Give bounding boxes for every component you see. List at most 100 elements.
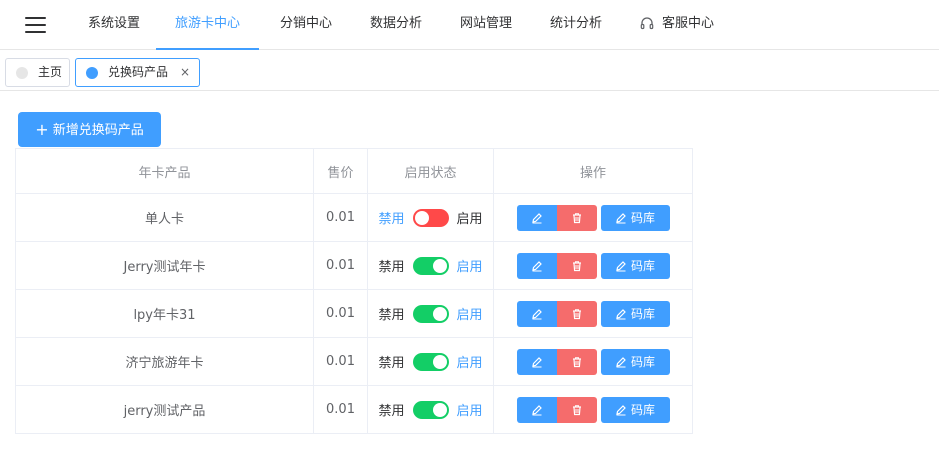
delete-icon — [572, 356, 581, 367]
product-name-cell: Jerry测试年卡 — [15, 241, 314, 290]
product-name-cell: 济宁旅游年卡 — [15, 337, 314, 386]
switch-label-disable: 禁用 — [378, 308, 405, 323]
code-library-button[interactable]: 码库 — [600, 300, 670, 327]
price-cell: 0.01 — [313, 337, 368, 386]
tab-redeem-code-products[interactable]: 兑换码产品 × — [75, 58, 200, 87]
pencil-icon — [616, 404, 626, 415]
product-name-cell: lpy年卡31 — [15, 289, 314, 338]
tab-home[interactable]: 主页 — [5, 58, 70, 87]
nav-item-system-settings[interactable]: 系统设置 — [88, 0, 140, 50]
code-library-button[interactable]: 码库 — [600, 396, 670, 423]
nav-item-website-management[interactable]: 网站管理 — [460, 0, 512, 50]
close-icon[interactable]: × — [180, 59, 190, 86]
code-library-label: 码库 — [630, 355, 655, 369]
code-library-button[interactable]: 码库 — [600, 204, 670, 231]
delete-button[interactable] — [556, 204, 597, 231]
table-row: jerry测试产品 0.01 禁用 启用 码库 — [15, 385, 693, 434]
delete-icon — [572, 404, 581, 415]
tags-view-bar: 主页 兑换码产品 × — [0, 54, 939, 91]
switch-label-enable: 启用 — [456, 260, 483, 275]
actions-cell: 码库 — [493, 337, 693, 386]
add-redeem-product-button[interactable]: + 新增兑换码产品 — [18, 112, 161, 147]
actions-cell: 码库 — [493, 385, 693, 434]
nav-item-travel-card-center[interactable]: 旅游卡中心 — [156, 0, 259, 50]
tab-label: 主页 — [38, 65, 63, 79]
edit-button[interactable] — [516, 348, 557, 375]
status-toggle[interactable] — [412, 256, 449, 275]
table-row: lpy年卡31 0.01 禁用 启用 码库 — [15, 289, 693, 338]
edit-icon — [531, 308, 542, 319]
delete-button[interactable] — [556, 396, 597, 423]
switch-label-disable: 禁用 — [378, 212, 405, 227]
edit-button[interactable] — [516, 300, 557, 327]
status-cell: 禁用 启用 — [367, 337, 494, 386]
edit-button[interactable] — [516, 252, 557, 279]
edit-button[interactable] — [516, 204, 557, 231]
actions-cell: 码库 — [493, 193, 693, 242]
actions-cell: 码库 — [493, 289, 693, 338]
status-cell: 禁用 启用 — [367, 289, 494, 338]
switch-label-enable: 启用 — [456, 212, 483, 227]
actions-cell: 码库 — [493, 241, 693, 290]
status-cell: 禁用 启用 — [367, 385, 494, 434]
pencil-icon — [616, 212, 626, 223]
table-row: 单人卡 0.01 禁用 启用 码库 — [15, 193, 693, 242]
code-library-label: 码库 — [630, 403, 655, 417]
switch-label-disable: 禁用 — [378, 356, 405, 371]
table-row: Jerry测试年卡 0.01 禁用 启用 码库 — [15, 241, 693, 290]
table-row: 济宁旅游年卡 0.01 禁用 启用 码库 — [15, 337, 693, 386]
tab-dot-icon — [86, 67, 98, 79]
status-toggle[interactable] — [412, 208, 449, 227]
pencil-icon — [616, 308, 626, 319]
switch-label-enable: 启用 — [456, 308, 483, 323]
menu-toggle-icon[interactable] — [25, 17, 46, 33]
switch-label-enable: 启用 — [456, 356, 483, 371]
code-library-button[interactable]: 码库 — [600, 348, 670, 375]
add-button-label: 新增兑换码产品 — [52, 123, 144, 138]
switch-label-disable: 禁用 — [378, 404, 405, 419]
edit-icon — [531, 404, 542, 415]
plus-icon: + — [35, 120, 49, 139]
price-cell: 0.01 — [313, 385, 368, 434]
switch-label-enable: 启用 — [456, 404, 483, 419]
price-cell: 0.01 — [313, 193, 368, 242]
column-header-status: 启用状态 — [367, 148, 494, 194]
switch-label-disable: 禁用 — [378, 260, 405, 275]
headset-icon — [640, 16, 654, 29]
top-navigation: 系统设置 旅游卡中心 分销中心 数据分析 网站管理 统计分析 客服中心 — [0, 0, 939, 50]
column-header-product: 年卡产品 — [15, 148, 314, 194]
product-name-cell: 单人卡 — [15, 193, 314, 242]
status-cell: 禁用 启用 — [367, 241, 494, 290]
product-table: 年卡产品 售价 启用状态 操作 单人卡 0.01 禁用 启用 码库 Jerry测试年卡 0.… — [15, 148, 693, 434]
pencil-icon — [616, 356, 626, 367]
status-toggle[interactable] — [412, 304, 449, 323]
price-cell: 0.01 — [313, 241, 368, 290]
code-library-label: 码库 — [630, 259, 655, 273]
nav-item-statistics[interactable]: 统计分析 — [550, 0, 602, 50]
column-header-price: 售价 — [313, 148, 368, 194]
edit-button[interactable] — [516, 396, 557, 423]
status-cell: 禁用 启用 — [367, 193, 494, 242]
code-library-label: 码库 — [630, 307, 655, 321]
table-header-row: 年卡产品 售价 启用状态 操作 — [15, 148, 693, 194]
delete-button[interactable] — [556, 348, 597, 375]
status-toggle[interactable] — [412, 352, 449, 371]
nav-item-distribution-center[interactable]: 分销中心 — [280, 0, 332, 50]
delete-button[interactable] — [556, 252, 597, 279]
status-toggle[interactable] — [412, 400, 449, 419]
code-library-label: 码库 — [630, 211, 655, 225]
nav-item-data-analysis[interactable]: 数据分析 — [370, 0, 422, 50]
tab-dot-icon — [16, 67, 28, 79]
column-header-actions: 操作 — [493, 148, 693, 194]
delete-icon — [572, 308, 581, 319]
pencil-icon — [616, 260, 626, 271]
delete-icon — [572, 260, 581, 271]
price-cell: 0.01 — [313, 289, 368, 338]
nav-item-label: 客服中心 — [662, 16, 715, 31]
delete-button[interactable] — [556, 300, 597, 327]
tab-label: 兑换码产品 — [108, 65, 169, 79]
edit-icon — [531, 260, 542, 271]
nav-item-customer-service[interactable]: 客服中心 — [640, 0, 714, 50]
delete-icon — [572, 212, 581, 223]
code-library-button[interactable]: 码库 — [600, 252, 670, 279]
